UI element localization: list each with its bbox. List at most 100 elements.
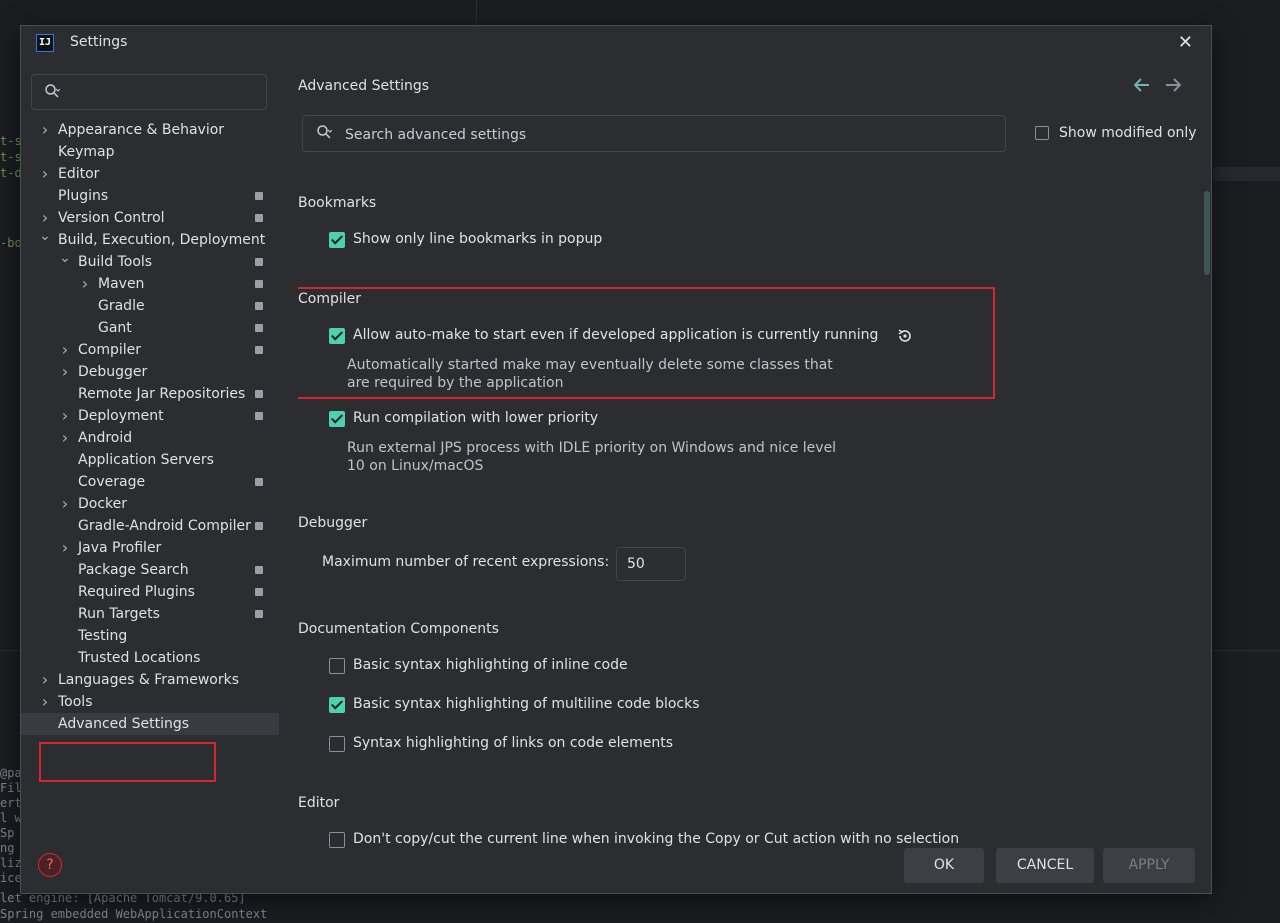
bg-console-line: l w	[0, 811, 22, 825]
section-heading-debugger: Debugger	[298, 515, 368, 531]
sidebar-item-deployment[interactable]: › Deployment	[21, 405, 279, 427]
sidebar-item-remote-jar-repositories[interactable]: Remote Jar Repositories	[21, 383, 279, 405]
project-level-icon	[255, 192, 263, 200]
bg-console-line: liz	[0, 856, 22, 870]
sidebar-item-debugger[interactable]: › Debugger	[21, 361, 279, 383]
chevron-right-icon[interactable]: ›	[59, 361, 71, 383]
sidebar-item-gradle-android-compiler[interactable]: Gradle-Android Compiler	[21, 515, 279, 537]
sidebar-item-label: Debugger	[78, 364, 148, 380]
show-modified-only-label: Show modified only	[1059, 125, 1197, 141]
chevron-down-icon[interactable]: ⌄	[39, 225, 51, 247]
checkbox-label: Syntax highlighting of links on code ele…	[353, 735, 674, 751]
sidebar-item-label: Testing	[78, 628, 128, 644]
sidebar-item-label: Deployment	[78, 408, 164, 424]
sidebar-item-label: Languages & Frameworks	[58, 672, 239, 688]
section-heading-bookmarks: Bookmarks	[298, 195, 377, 211]
sidebar-item-testing[interactable]: Testing	[21, 625, 279, 647]
title-bar[interactable]: IJ Settings ✕	[21, 26, 1211, 61]
chevron-right-icon[interactable]: ›	[59, 339, 71, 361]
project-level-icon	[255, 522, 263, 530]
sidebar-item-label: Appearance & Behavior	[58, 122, 225, 138]
chevron-right-icon[interactable]: ›	[59, 537, 71, 559]
sidebar-item-plugins[interactable]: Plugins	[21, 185, 279, 207]
bg-code-line: t-s	[0, 134, 22, 148]
dialog-title: Settings	[70, 34, 128, 50]
settings-scroll-area[interactable]: Bookmarks Show only line bookmarks in po…	[298, 161, 1198, 849]
bg-console-line: ice	[0, 871, 22, 885]
vertical-scrollbar[interactable]	[1204, 191, 1210, 275]
sidebar-item-docker[interactable]: › Docker	[21, 493, 279, 515]
chevron-right-icon[interactable]: ›	[79, 273, 91, 295]
checkbox-checked[interactable]	[329, 232, 345, 248]
advanced-settings-search[interactable]	[302, 115, 1006, 152]
sidebar-item-compiler[interactable]: › Compiler	[21, 339, 279, 361]
chevron-down-icon[interactable]: ⌄	[59, 247, 71, 269]
checkbox-checked[interactable]	[329, 697, 345, 713]
sidebar-item-gradle[interactable]: Gradle	[21, 295, 279, 317]
sidebar-item-label: Gradle	[98, 298, 145, 314]
sidebar-item-trusted-locations[interactable]: Trusted Locations	[21, 647, 279, 669]
sidebar-item-languages-frameworks[interactable]: › Languages & Frameworks	[21, 669, 279, 691]
cancel-button[interactable]: CANCEL	[996, 848, 1094, 883]
chevron-right-icon[interactable]: ›	[39, 669, 51, 691]
sidebar-search-field[interactable]	[31, 74, 267, 110]
chevron-right-icon[interactable]: ›	[59, 405, 71, 427]
sidebar-item-advanced-settings[interactable]: Advanced Settings	[21, 713, 279, 735]
sidebar-item-label: Tools	[58, 694, 93, 710]
sidebar-item-label: Version Control	[58, 210, 165, 226]
sidebar-item-java-profiler[interactable]: › Java Profiler	[21, 537, 279, 559]
sidebar-item-label: Coverage	[78, 474, 146, 490]
lower-priority-description: 10 on Linux/macOS	[347, 458, 484, 474]
checkbox-unchecked[interactable]	[329, 832, 345, 848]
settings-sidebar: › Appearance & Behavior Keymap › Editor Plugi…	[21, 61, 279, 851]
sidebar-item-label: Required Plugins	[78, 584, 195, 600]
chevron-right-icon[interactable]: ›	[39, 163, 51, 185]
sidebar-item-label: Gant	[98, 320, 132, 336]
sidebar-item-appearance-behavior[interactable]: › Appearance & Behavior	[21, 119, 279, 141]
sidebar-item-run-targets[interactable]: Run Targets	[21, 603, 279, 625]
checkbox-unchecked[interactable]	[329, 658, 345, 674]
apply-button[interactable]: APPLY	[1103, 848, 1195, 883]
lower-priority-description: Run external JPS process with IDLE prior…	[347, 440, 837, 456]
search-icon	[44, 83, 61, 103]
sidebar-item-android[interactable]: › Android	[21, 427, 279, 449]
sidebar-item-package-search[interactable]: Package Search	[21, 559, 279, 581]
sidebar-item-label: Plugins	[58, 188, 109, 204]
sidebar-item-label: Build, Execution, Deployment	[58, 232, 266, 248]
forward-arrow-icon[interactable]	[1165, 77, 1182, 96]
checkbox-checked[interactable]	[329, 411, 345, 427]
close-icon[interactable]: ✕	[1178, 32, 1193, 53]
chevron-right-icon[interactable]: ›	[39, 119, 51, 141]
sidebar-item-label: Android	[78, 430, 133, 446]
sidebar-item-required-plugins[interactable]: Required Plugins	[21, 581, 279, 603]
advanced-settings-search-input[interactable]	[343, 124, 987, 146]
sidebar-item-editor[interactable]: › Editor	[21, 163, 279, 185]
project-level-icon	[255, 478, 263, 486]
help-icon[interactable]: ?	[38, 853, 62, 877]
checkbox-checked[interactable]	[329, 328, 345, 344]
sidebar-item-coverage[interactable]: Coverage	[21, 471, 279, 493]
sidebar-item-gant[interactable]: Gant	[21, 317, 279, 339]
checkbox-unchecked[interactable]	[1035, 126, 1049, 140]
chevron-right-icon[interactable]: ›	[59, 427, 71, 449]
chevron-right-icon[interactable]: ›	[39, 691, 51, 713]
sidebar-item-label: Compiler	[78, 342, 142, 358]
reset-to-default-icon[interactable]	[896, 327, 914, 349]
back-arrow-icon[interactable]	[1133, 77, 1150, 96]
sidebar-item-version-control[interactable]: › Version Control	[21, 207, 279, 229]
checkbox-unchecked[interactable]	[329, 736, 345, 752]
sidebar-item-maven[interactable]: › Maven	[21, 273, 279, 295]
project-level-icon	[255, 588, 263, 596]
ok-button[interactable]: OK	[904, 848, 984, 883]
bg-code-line: t-s	[0, 150, 22, 164]
sidebar-item-tools[interactable]: › Tools	[21, 691, 279, 713]
sidebar-item-application-servers[interactable]: Application Servers	[21, 449, 279, 471]
sidebar-item-label: Gradle-Android Compiler	[78, 518, 251, 534]
sidebar-item-label: Trusted Locations	[78, 650, 201, 666]
sidebar-item-build-tools[interactable]: ⌄ Build Tools	[21, 250, 279, 273]
sidebar-item-label: Advanced Settings	[58, 716, 190, 732]
sidebar-item-keymap[interactable]: Keymap	[21, 141, 279, 163]
project-level-icon	[255, 280, 263, 288]
max-recent-expressions-input[interactable]	[616, 547, 686, 581]
chevron-right-icon[interactable]: ›	[59, 493, 71, 515]
